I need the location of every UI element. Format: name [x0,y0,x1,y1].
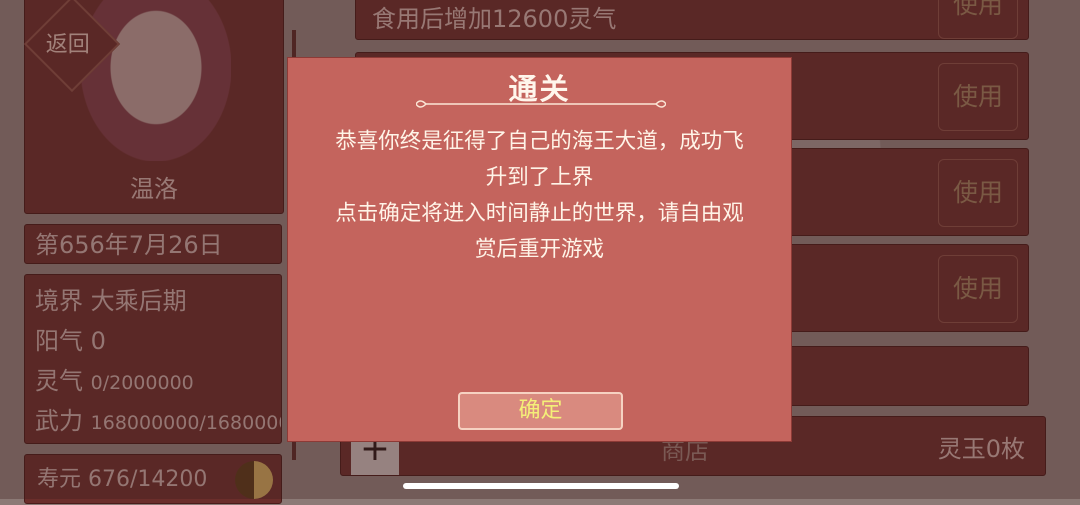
confirm-button[interactable]: 确定 [458,392,623,430]
completion-dialog: 通关 恭喜你终是征得了自己的海王大道，成功飞 升到了上界 点击确定将进入时间静止… [287,57,792,442]
dialog-message: 恭喜你终是征得了自己的海王大道，成功飞 升到了上界 点击确定将进入时间静止的世界… [335,129,744,262]
home-indicator[interactable] [403,483,679,489]
ornament-divider-icon [416,100,666,108]
